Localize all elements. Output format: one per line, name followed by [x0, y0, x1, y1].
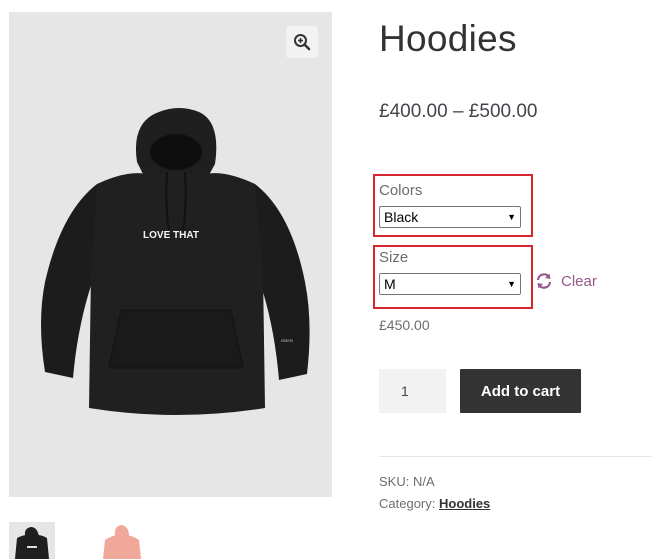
- size-select-value: M: [384, 276, 396, 292]
- quantity-input[interactable]: 1: [379, 369, 446, 413]
- product-image-gallery[interactable]: LOVE THAT sisters: [9, 12, 332, 497]
- sku-label: SKU:: [379, 474, 410, 489]
- variant-price: £450.00: [379, 317, 430, 333]
- chevron-down-icon: ▼: [507, 279, 516, 289]
- add-to-cart-button[interactable]: Add to cart: [460, 369, 581, 413]
- sku-value: N/A: [412, 474, 435, 489]
- category-label: Category:: [379, 496, 436, 511]
- price-range: £400.00 – £500.00: [379, 101, 538, 122]
- size-label: Size: [379, 249, 409, 266]
- colors-label: Colors: [379, 182, 423, 199]
- quantity-value: 1: [401, 383, 409, 399]
- clear-variations-link[interactable]: Clear: [535, 272, 597, 290]
- hoodie-sleeve-text: sisters: [281, 339, 294, 344]
- colors-select-value: Black: [384, 209, 419, 225]
- chevron-down-icon: ▼: [507, 212, 516, 222]
- sku-meta: SKU: N/A: [379, 474, 435, 489]
- colors-select[interactable]: Black ▼: [379, 206, 521, 228]
- zoom-button[interactable]: [286, 26, 318, 58]
- meta-divider: [379, 456, 652, 457]
- refresh-icon: [536, 273, 552, 289]
- category-meta: Category: Hoodies: [379, 496, 490, 511]
- hoodie-print-text: LOVE THAT: [143, 230, 199, 241]
- category-link[interactable]: Hoodies: [439, 496, 490, 511]
- thumbnail-black-hoodie[interactable]: [9, 522, 55, 559]
- size-select[interactable]: M ▼: [379, 273, 521, 295]
- product-title: Hoodies: [379, 18, 517, 59]
- zoom-in-icon: [294, 34, 311, 51]
- thumbnail-pink-hoodie[interactable]: [99, 522, 145, 559]
- hoodie-image: LOVE THAT sisters: [41, 108, 310, 415]
- clear-label: Clear: [561, 272, 597, 290]
